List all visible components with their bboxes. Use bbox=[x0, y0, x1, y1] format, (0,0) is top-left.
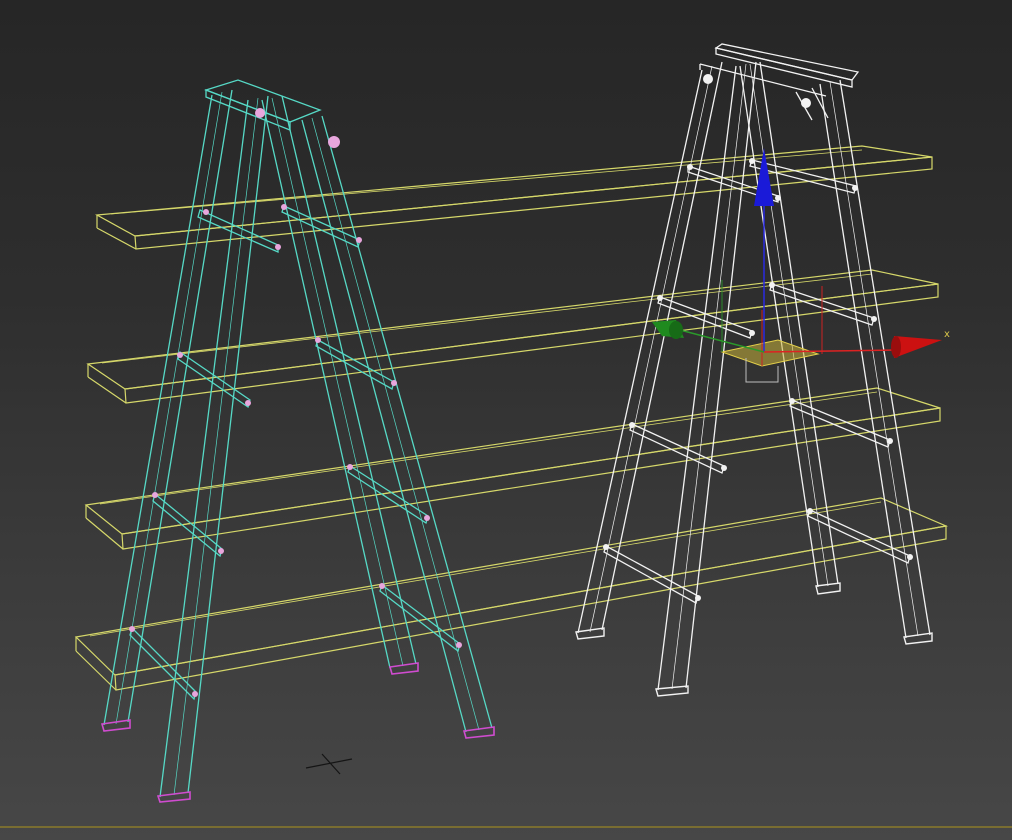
gizmo-xy-plane-handle[interactable] bbox=[720, 339, 820, 367]
shelf-2[interactable] bbox=[86, 269, 939, 404]
ladder-right-vertices bbox=[603, 74, 913, 601]
gizmo-x-arrow[interactable] bbox=[894, 336, 942, 358]
shelf-top[interactable] bbox=[94, 145, 933, 250]
ladder-left[interactable] bbox=[103, 79, 493, 798]
ladder-left-feet bbox=[100, 662, 495, 803]
gizmo-x-label: x bbox=[944, 329, 950, 340]
world-origin-cross-icon bbox=[305, 753, 353, 775]
ladder-right[interactable] bbox=[577, 43, 931, 691]
ladder-right-feet bbox=[575, 582, 933, 697]
perspective-viewport[interactable]: x bbox=[0, 0, 1012, 840]
scene-canvas[interactable]: x bbox=[0, 0, 1012, 840]
ladder-left-vertices bbox=[129, 108, 462, 697]
